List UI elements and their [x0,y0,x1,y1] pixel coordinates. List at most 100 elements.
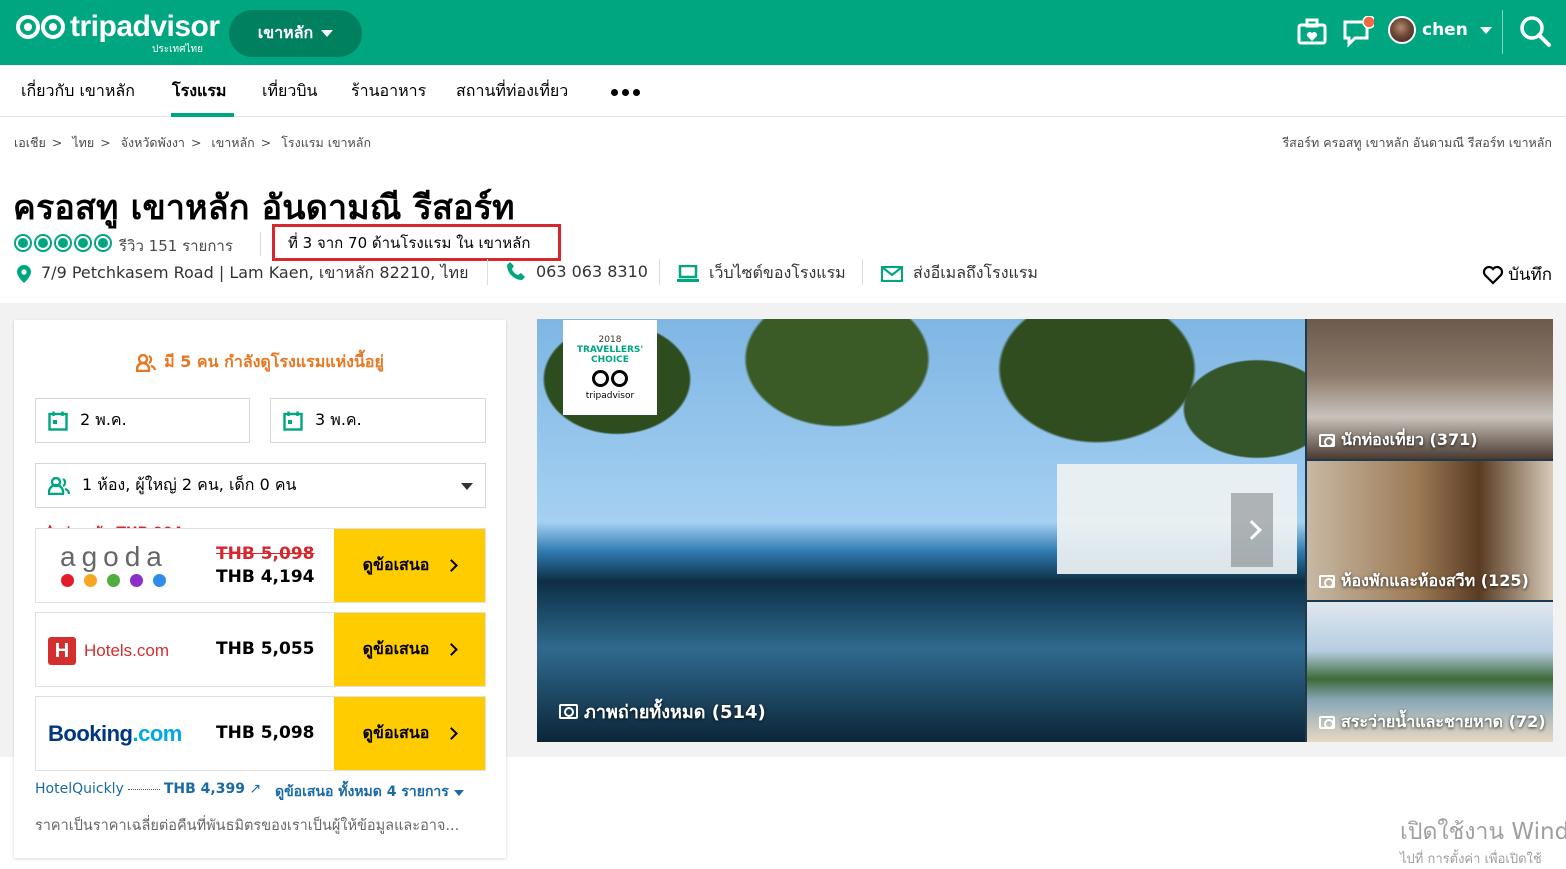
next-photo-button[interactable] [1231,493,1273,567]
breadcrumb-separator: > [51,135,63,150]
main-photo[interactable]: 2018 TRAVELLERS' CHOICE tripadvisor ภาพถ… [537,319,1305,742]
breadcrumb-item[interactable]: ไทย [72,135,94,150]
thumb-label-text: นักท่องเที่ยว (371) [1341,430,1478,449]
thumb-label: สระว่ายน้ำและชายหาด (72) [1319,710,1546,735]
all-offers-link[interactable]: ดูข้อเสนอ ทั้งหมด 4 รายการ [275,781,464,803]
nav-item-flights[interactable]: เที่ยวบิน [262,79,317,104]
save-button[interactable]: บันทึก [1482,261,1552,288]
os-activation-subtext: ไปที่ การตั้งค่า เพื่อเปิดใช้ [1400,852,1542,867]
view-deal-button[interactable]: ดูข้อเสนอ [334,529,485,602]
travellers-choice-badge: 2018 TRAVELLERS' CHOICE tripadvisor [563,320,657,415]
top-bar: tripadvisor ประเทศไทย เขาหลัก chen [0,0,1566,65]
breadcrumb-item[interactable]: โรงแรม เขาหลัก [281,135,371,150]
rating-bubbles[interactable] [14,234,112,252]
calendar-icon [48,411,68,431]
nav-item-hotels[interactable]: โรงแรม [172,79,226,104]
calendar-icon [283,411,303,431]
thumb-pool-beach[interactable]: สระว่ายน้ำและชายหาด (72) [1307,602,1553,742]
ranking-text: ที่ 3 จาก 70 ด้านโรงแรม ใน เขาหลัก [288,233,531,252]
nav-item-about[interactable]: เกี่ยวกับ เขาหลัก [21,79,135,104]
website-link[interactable]: เว็บไซต์ของโรงแรม [677,261,846,286]
hotels-com-logo: H Hotels.com [48,637,169,665]
hotels-com-icon: H [48,637,76,665]
logo-subtitle: ประเทศไทย [152,44,203,55]
header-divider [1502,10,1503,54]
offer-row-agoda[interactable]: agoda THB 5,098 THB 4,194 ดูข้อเสนอ [35,528,486,603]
thumb-label-text: ห้องพักและห้องสวีท (125) [1341,571,1529,590]
camera-icon [1319,434,1335,447]
email-link[interactable]: ส่งอีเมลถึงโรงแรม [881,261,1038,286]
phone-text: 063 063 8310 [536,261,648,281]
chevron-down-icon [461,483,473,490]
messages-icon[interactable] [1342,16,1374,48]
people-icon [136,353,157,372]
guests-value: 1 ห้อง, ผู้ใหญ่ 2 คน, เด็ก 0 คน [82,475,297,494]
nav-item-attractions[interactable]: สถานที่ท่องเที่ยว [456,79,568,104]
review-count-link[interactable]: รีวิว 151 รายการ [119,234,233,258]
view-deal-button[interactable]: ดูข้อเสนอ [334,613,485,686]
owl-logo-icon [14,12,68,42]
ranking-link[interactable]: ที่ 3 จาก 70 ด้านโรงแรม ใน เขาหลัก [272,224,561,261]
tripadvisor-logo[interactable]: tripadvisor ประเทศไทย [14,10,220,55]
active-tab-indicator [171,113,234,117]
chevron-down-icon [1479,26,1492,34]
extra-offer-link[interactable]: HotelQuickly THB 4,399 ↗ [35,781,261,797]
envelope-icon [881,265,903,282]
laptop-icon [677,264,699,282]
view-deal-button[interactable]: ดูข้อเสนอ [334,697,485,770]
divider [862,259,863,285]
hotels-com-wordmark: Hotels.com [84,641,170,660]
breadcrumb-item[interactable]: เขาหลัก [211,135,254,150]
offer-row-booking[interactable]: Booking.com THB 5,098 ดูข้อเสนอ [35,696,486,771]
camera-icon [559,704,578,719]
phone-link[interactable]: 063 063 8310 [506,261,648,281]
badge-year: 2018 [598,334,622,345]
extra-provider: HotelQuickly [35,781,124,797]
geo-selector-button[interactable]: เขาหลัก [229,10,362,57]
agoda-logo: agoda [60,541,168,572]
price-disclaimer: ราคาเป็นราคาเฉลี่ยต่อคืนที่พันธมิตรของเร… [35,818,460,834]
checkout-field[interactable]: 3 พ.ค. [270,398,486,443]
chevron-right-icon [445,643,459,656]
view-deal-label: ดูข้อเสนอ [362,555,430,574]
search-icon[interactable] [1519,15,1551,47]
checkin-field[interactable]: 2 พ.ค. [35,398,250,443]
user-menu[interactable]: chen [1388,16,1492,44]
divider [659,259,660,285]
dotted-leader [127,789,160,790]
booking-suffix: .com [132,721,183,746]
viewers-notice: มี 5 คน กำลังดูโรงแรมแห่งนี้อยู่ [14,350,506,375]
old-price: THB 5,098 [216,544,315,564]
view-deal-label: ดูข้อเสนอ [362,723,430,742]
owl-badge-icon [590,368,630,388]
checkout-value: 3 พ.ค. [315,410,362,429]
save-label: บันทึก [1508,265,1552,285]
thumb-label-text: สระว่ายน้ำและชายหาด (72) [1341,712,1546,731]
viewers-text: มี 5 คน กำลังดูโรงแรมแห่งนี้อยู่ [164,352,384,371]
chevron-right-icon [445,727,459,740]
photo-gallery: 2018 TRAVELLERS' CHOICE tripadvisor ภาพถ… [537,319,1553,742]
offer-row-hotels[interactable]: H Hotels.com THB 5,055 ดูข้อเสนอ [35,612,486,687]
email-text: ส่งอีเมลถึงโรงแรม [913,263,1038,282]
breadcrumb-separator: > [260,135,272,150]
offer-price: THB 5,055 [216,639,315,659]
offer-price: THB 5,098 [216,723,315,743]
trips-icon[interactable] [1296,16,1328,48]
thumb-label: ห้องพักและห้องสวีท (125) [1319,569,1529,594]
more-icon[interactable] [611,89,640,96]
all-photos-text: ภาพถ่ายทั้งหมด (514) [584,702,766,723]
external-link-icon: ↗ [249,781,262,797]
breadcrumb-item[interactable]: จังหวัดพังงา [121,135,185,150]
breadcrumb-item[interactable]: เอเชีย [14,135,46,150]
address-text: 7/9 Petchkasem Road | Lam Kaen, เขาหลัก … [41,263,469,282]
guests-select[interactable]: 1 ห้อง, ผู้ใหญ่ 2 คน, เด็ก 0 คน [35,463,486,508]
chevron-right-icon [445,559,459,572]
chevron-down-icon [453,790,464,796]
badge-brand: tripadvisor [585,390,635,401]
thumb-rooms[interactable]: ห้องพักและห้องสวีท (125) [1307,461,1553,600]
avatar [1388,16,1416,44]
thumb-traveler-photos[interactable]: นักท่องเที่ยว (371) [1307,319,1553,459]
logo-word: tripadvisor [70,10,220,43]
all-photos-link[interactable]: ภาพถ่ายทั้งหมด (514) [559,697,766,726]
nav-item-restaurants[interactable]: ร้านอาหาร [351,79,426,104]
